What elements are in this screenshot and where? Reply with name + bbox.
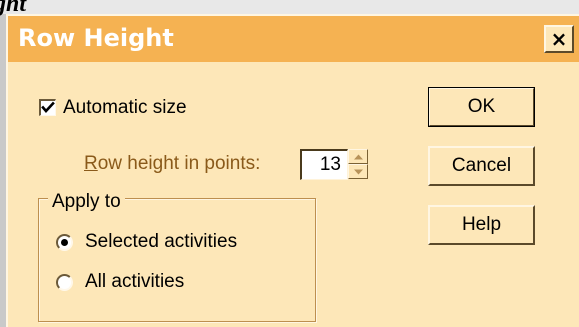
all-activities-radio[interactable] <box>56 274 73 291</box>
close-icon: × <box>550 27 568 51</box>
row-height-input[interactable]: 13 <box>300 149 348 180</box>
automatic-size-checkbox[interactable] <box>39 99 56 116</box>
cancel-button[interactable]: Cancel <box>428 146 535 186</box>
background-strip <box>0 0 579 14</box>
dialog-title: Row Height <box>18 24 174 52</box>
selected-activities-label[interactable]: Selected activities <box>85 231 237 253</box>
arrow-up-icon <box>354 154 363 160</box>
help-button[interactable]: Help <box>428 205 535 245</box>
ok-button-label: OK <box>467 96 496 117</box>
row-height-accelerator: R <box>84 153 98 174</box>
selected-activities-radio[interactable] <box>56 234 73 251</box>
spin-down-button[interactable] <box>348 164 368 179</box>
checkmark-icon <box>41 101 55 113</box>
arrow-down-icon <box>354 169 363 175</box>
apply-to-group <box>38 198 316 322</box>
help-button-label: Help <box>461 214 502 235</box>
radio-selected-dot <box>61 239 68 246</box>
spin-up-button[interactable] <box>348 149 368 164</box>
automatic-size-label[interactable]: Automatic size <box>63 97 187 119</box>
ok-button[interactable]: OK <box>428 87 535 127</box>
all-activities-label[interactable]: All activities <box>85 271 184 293</box>
row-height-dialog: Row Height × Automatic size Row height i… <box>6 14 579 327</box>
row-height-label: Row height in points: <box>84 153 260 175</box>
dialog-titlebar[interactable]: Row Height × <box>8 16 579 62</box>
row-height-label-text: ow height in points: <box>97 153 261 174</box>
cancel-button-label: Cancel <box>451 155 512 176</box>
close-button[interactable]: × <box>544 25 574 53</box>
apply-to-label: Apply to <box>48 191 125 213</box>
